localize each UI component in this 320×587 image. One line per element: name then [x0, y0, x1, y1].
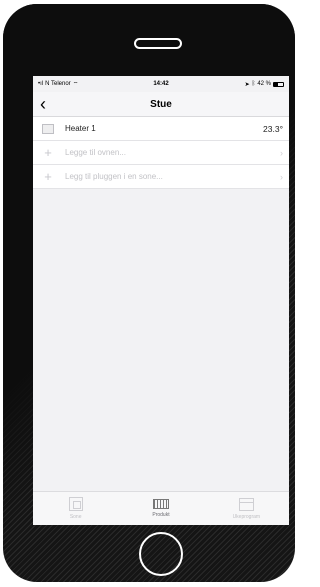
device-list: Heater 1 23.3° + Legge til ovnen... › + …	[33, 117, 289, 189]
chevron-right-icon: ›	[280, 147, 283, 158]
page-title: Stue	[150, 98, 172, 110]
plus-icon: +	[44, 144, 52, 160]
home-button[interactable]	[139, 532, 183, 576]
phone-frame: •ıl N Telenor ⌔ 14:42 ➤ ᛒ 42 % ‹ Stue He…	[3, 4, 295, 582]
list-item-heater[interactable]: Heater 1 23.3°	[33, 117, 289, 141]
speaker-slot	[134, 38, 182, 49]
add-oven-row[interactable]: + Legge til ovnen... ›	[33, 141, 289, 165]
add-plug-row[interactable]: + Legg til pluggen i en sone... ›	[33, 165, 289, 189]
heater-name: Heater 1	[65, 124, 96, 133]
tab-zone-label: Sone	[69, 514, 82, 520]
chevron-right-icon: ›	[280, 171, 283, 182]
heater-temperature: 23.3°	[263, 123, 283, 134]
battery-fill	[274, 82, 278, 86]
back-chevron-icon[interactable]: ‹	[40, 93, 46, 115]
tab-zone[interactable]: Sone	[33, 492, 118, 525]
status-time: 14:42	[153, 81, 169, 87]
tab-product[interactable]: Produkt	[118, 492, 203, 525]
zone-icon	[68, 497, 83, 511]
add-oven-label: Legge til ovnen...	[65, 148, 126, 157]
add-plug-label: Legg til pluggen i en sone...	[65, 172, 163, 181]
tab-week-program-label: Ukeprogram	[232, 513, 261, 520]
battery-icon	[273, 81, 284, 87]
plus-icon: +	[44, 168, 52, 184]
heater-product-icon	[152, 499, 169, 509]
app-screen: •ıl N Telenor ⌔ 14:42 ➤ ᛒ 42 % ‹ Stue He…	[33, 76, 289, 525]
navigation-bar: ‹ Stue	[33, 92, 289, 117]
status-bar: •ıl N Telenor ⌔ 14:42 ➤ ᛒ 42 %	[33, 76, 289, 92]
heater-icon	[42, 123, 54, 134]
tab-week-program[interactable]: Ukeprogram	[204, 492, 289, 525]
tab-product-label: Produkt	[152, 512, 170, 518]
tab-bar: Sone Produkt Ukeprogram	[33, 491, 289, 525]
calendar-icon	[238, 497, 254, 511]
